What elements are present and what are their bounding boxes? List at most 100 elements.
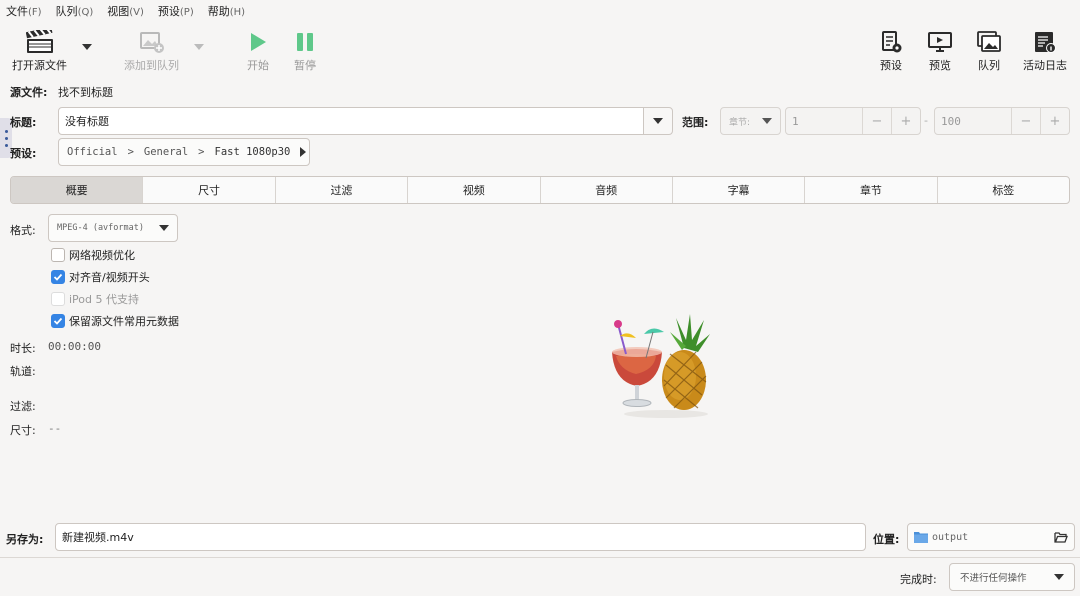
location-chooser-button[interactable]: output [907, 523, 1075, 551]
menu-presets[interactable]: 预设(P) [158, 3, 194, 19]
align-av-checkbox[interactable]: 对齐音/视频开头 [51, 269, 150, 285]
presets-gear-icon [882, 31, 902, 53]
terminal-log-icon [1035, 32, 1056, 53]
chevron-down-icon [653, 118, 663, 124]
duration-value: 00:00:00 [48, 340, 101, 353]
tab-chapters[interactable]: 章节 [805, 177, 938, 203]
monitor-icon [928, 32, 952, 52]
tab-video[interactable]: 视频 [408, 177, 541, 203]
open-source-button[interactable]: 打开源文件 [12, 30, 67, 73]
tab-audio[interactable]: 音频 [541, 177, 673, 203]
when-done-value: 不进行任何操作 [960, 573, 1027, 584]
handle-dot [4, 136, 8, 140]
keep-metadata-checkbox[interactable]: 保留源文件常用元数据 [51, 313, 179, 329]
increment-button[interactable]: + [1040, 108, 1069, 134]
tab-tags[interactable]: 标签 [938, 177, 1069, 203]
filename-value: 新建视频.m4v [62, 531, 134, 544]
filters-label: 过滤: [10, 400, 36, 413]
checkbox-label: 保留源文件常用元数据 [69, 315, 179, 328]
checkbox-box[interactable] [51, 292, 65, 306]
add-image-icon [139, 32, 164, 53]
handle-dot [4, 143, 8, 147]
breadcrumb-separator: > [198, 146, 205, 158]
range-start-value: 1 [792, 114, 799, 128]
chevron-down-icon [762, 118, 772, 124]
preset-breadcrumb-button[interactable]: Official > General > Fast 1080p30 [58, 138, 310, 166]
format-select[interactable]: MPEG-4 (avformat) [48, 214, 178, 242]
chevron-down-icon [159, 225, 169, 231]
save-as-label: 另存为: [6, 533, 44, 546]
bottom-separator [0, 557, 1080, 558]
open-source-dropdown-icon[interactable] [82, 44, 92, 50]
tab-filters[interactable]: 过滤 [276, 177, 409, 203]
when-done-select[interactable]: 不进行任何操作 [949, 563, 1075, 591]
preset-category: Official [67, 146, 118, 158]
queue-button[interactable]: 队列 [976, 30, 1002, 73]
breadcrumb-separator: > [127, 146, 134, 158]
title-combo[interactable]: 没有标题 [58, 107, 644, 135]
size-label: 尺寸: [10, 424, 36, 437]
range-end-value: 100 [941, 114, 961, 128]
chevron-down-icon [1054, 574, 1064, 580]
checkbox-label: iPod 5 代支持 [69, 293, 140, 306]
title-value: 没有标题 [65, 115, 109, 128]
start-button[interactable]: 开始 [247, 30, 269, 73]
size-value: -- [48, 422, 62, 435]
range-separator: - [924, 114, 928, 127]
range-end-spinner[interactable]: 100 − + [934, 107, 1070, 135]
checkbox-box[interactable] [51, 248, 65, 262]
checkbox-box[interactable] [51, 270, 65, 284]
settings-tabs: 概要 尺寸 过滤 视频 音频 字幕 章节 标签 [10, 176, 1070, 204]
checkbox-box[interactable] [51, 314, 65, 328]
checkbox-label: 对齐音/视频开头 [69, 271, 150, 284]
presets-button[interactable]: 预设 [879, 30, 903, 73]
add-to-queue-dropdown-icon[interactable] [194, 44, 204, 50]
menubar: 文件(F) 队列(Q) 视图(V) 预设(P) 帮助(H) [0, 0, 1080, 22]
format-label: 格式: [10, 224, 36, 237]
range-mode-select[interactable]: 章节: [720, 107, 781, 135]
when-done-label: 完成时: [900, 573, 937, 586]
add-to-queue-button[interactable]: 添加到队列 [124, 30, 179, 73]
checkbox-label: 网络视频优化 [69, 249, 135, 262]
ipod-support-checkbox[interactable]: iPod 5 代支持 [51, 291, 139, 307]
preset-label: 预设: [10, 147, 37, 160]
preview-button[interactable]: 预览 [927, 30, 953, 73]
preset-name: Fast 1080p30 [214, 146, 291, 158]
preset-group: General [143, 146, 189, 158]
activity-log-button[interactable]: 活动日志 [1023, 30, 1067, 73]
duration-label: 时长: [10, 342, 36, 355]
checkmark-icon [53, 317, 63, 325]
range-mode-value: 章节: [729, 117, 751, 128]
clapperboard-icon [25, 30, 53, 53]
range-start-spinner[interactable]: 1 − + [785, 107, 921, 135]
folder-icon [914, 532, 928, 543]
save-as-filename-input[interactable]: 新建视频.m4v [55, 523, 866, 551]
range-label: 范围: [682, 116, 709, 129]
tracks-label: 轨道: [10, 365, 36, 378]
decrement-button[interactable]: − [1011, 108, 1040, 134]
source-value: 找不到标题 [58, 86, 113, 99]
title-dropdown-button[interactable] [643, 107, 673, 135]
menu-file[interactable]: 文件(F) [6, 3, 42, 19]
tab-dimensions[interactable]: 尺寸 [143, 177, 276, 203]
toolbar: 打开源文件 添加到队列 开始 暂停 预设 预览 队列 活动日志 [0, 24, 1080, 76]
chevron-right-icon [300, 147, 307, 157]
web-optimize-checkbox[interactable]: 网络视频优化 [51, 247, 135, 263]
handbrake-logo [612, 314, 710, 418]
title-label: 标题: [10, 116, 37, 129]
menu-help[interactable]: 帮助(H) [208, 3, 245, 19]
menu-queue[interactable]: 队列(Q) [56, 3, 94, 19]
play-icon [251, 33, 266, 51]
handle-dot [4, 129, 8, 133]
menu-view[interactable]: 视图(V) [107, 3, 144, 19]
pause-button[interactable]: 暂停 [294, 30, 316, 73]
tab-subtitles[interactable]: 字幕 [673, 177, 806, 203]
location-label: 位置: [873, 533, 900, 546]
increment-button[interactable]: + [891, 108, 920, 134]
image-stack-icon [977, 31, 1001, 52]
location-folder-name: output [932, 531, 969, 543]
folder-open-icon [1054, 532, 1068, 543]
pause-icon [297, 33, 313, 51]
decrement-button[interactable]: − [862, 108, 891, 134]
tab-summary[interactable]: 概要 [11, 177, 144, 203]
